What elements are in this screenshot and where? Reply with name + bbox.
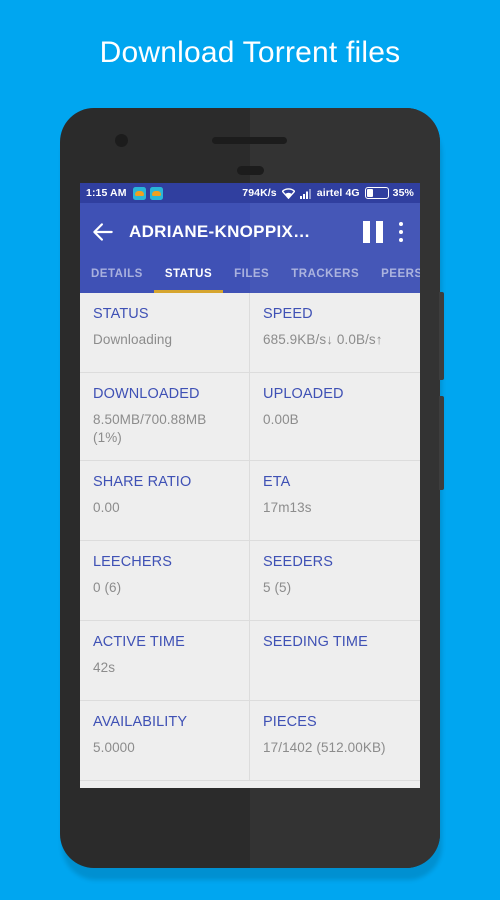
tab-status[interactable]: STATUS	[153, 260, 224, 293]
stat-label: AVAILABILITY	[93, 714, 188, 731]
stat-value: 42s	[93, 660, 116, 676]
volume-button[interactable]	[439, 292, 444, 380]
stat-cell-seeding-time: SEEDING TIME	[250, 621, 420, 702]
stat-cell-leechers: LEECHERS 0 (6)	[80, 541, 250, 622]
wifi-icon	[281, 187, 295, 199]
stat-value: 17m13s	[263, 500, 312, 516]
stat-label: PIECES	[263, 714, 317, 731]
stat-label: SPEED	[263, 306, 313, 322]
stat-cell-status: STATUS Downloading	[80, 293, 250, 373]
stat-value: Downloading	[93, 332, 173, 347]
stat-cell-availability: AVAILABILITY 5.0000	[80, 701, 250, 782]
proximity-sensor-icon	[237, 166, 264, 175]
stat-cell-active-time: ACTIVE TIME 42s	[80, 621, 250, 702]
promo-title: Download Torrent files	[99, 35, 401, 69]
status-bar-clock: 1:15 AM	[86, 187, 127, 199]
phone-screen: 1:15 AM 794K/s airtel 4G 35% ADRIANE-KNO…	[80, 183, 420, 788]
tab-details[interactable]: DETAILS	[80, 260, 154, 293]
stat-label: STATUS	[93, 306, 149, 322]
stat-cell-uploaded: UPLOADED 0.00B	[250, 373, 420, 462]
stat-label: LEECHERS	[93, 554, 172, 571]
promo-header: Download Torrent files	[0, 0, 500, 105]
cellular-signal-icon	[299, 188, 312, 199]
stat-cell-seeders: SEEDERS 5 (5)	[250, 541, 420, 622]
stat-label: ETA	[263, 474, 291, 491]
more-vertical-icon[interactable]	[399, 221, 404, 242]
front-camera-icon	[115, 134, 128, 147]
stat-cell-downloaded: DOWNLOADED 8.50MB/700.88MB (1%)	[80, 373, 250, 462]
stat-value: 0 (6)	[93, 580, 122, 596]
stat-cell-speed: SPEED 685.9KB/s↓ 0.0B/s↑	[250, 293, 420, 373]
stat-value: 685.9KB/s↓ 0.0B/s↑	[263, 332, 383, 347]
arrow-back-icon[interactable]	[90, 219, 116, 245]
tab-peers[interactable]: PEERS	[370, 260, 420, 293]
battery-percent: 35%	[392, 187, 414, 199]
torrent-title: ADRIANE-KNOPPIX…	[129, 221, 311, 241]
app-bar: ADRIANE-KNOPPIX…	[80, 203, 420, 260]
tab-bar[interactable]: DETAILS STATUS FILES TRACKERS PEERS	[80, 260, 420, 293]
stat-value: 8.50MB/700.88MB (1%)	[93, 412, 207, 446]
tab-trackers[interactable]: TRACKERS	[280, 260, 370, 293]
power-button[interactable]	[439, 396, 444, 490]
stat-cell-share-ratio: SHARE RATIO 0.00	[80, 461, 250, 542]
stat-label: UPLOADED	[263, 386, 344, 402]
earpiece-speaker-icon	[212, 137, 287, 144]
network-speed-text: 794K/s	[242, 187, 277, 199]
status-stat-grid: STATUS Downloading SPEED 685.9KB/s↓ 0.0B…	[80, 293, 420, 782]
stat-value: 0.00B	[263, 412, 299, 427]
stat-value: 5.0000	[93, 740, 135, 756]
stat-value: 5 (5)	[263, 580, 292, 596]
battery-icon	[364, 187, 389, 199]
stat-label: SEEDERS	[263, 554, 333, 571]
carrier-label: airtel 4G	[316, 187, 360, 199]
download-cloud-icon	[132, 186, 146, 200]
tab-files[interactable]: FILES	[223, 260, 280, 293]
status-bar: 1:15 AM 794K/s airtel 4G 35%	[80, 183, 420, 203]
stat-label: SEEDING TIME	[263, 634, 368, 651]
stat-cell-eta: ETA 17m13s	[250, 461, 420, 542]
stat-label: ACTIVE TIME	[93, 634, 185, 651]
stat-label: SHARE RATIO	[93, 474, 192, 491]
stat-cell-pieces: PIECES 17/1402 (512.00KB)	[250, 701, 420, 782]
stat-label: DOWNLOADED	[93, 386, 200, 402]
download-cloud-icon	[149, 186, 163, 200]
phone-mockup: 1:15 AM 794K/s airtel 4G 35% ADRIANE-KNO…	[60, 108, 444, 868]
pause-icon[interactable]	[363, 220, 383, 243]
stat-value: 0.00	[93, 500, 120, 516]
stat-value: 17/1402 (512.00KB)	[263, 740, 386, 756]
